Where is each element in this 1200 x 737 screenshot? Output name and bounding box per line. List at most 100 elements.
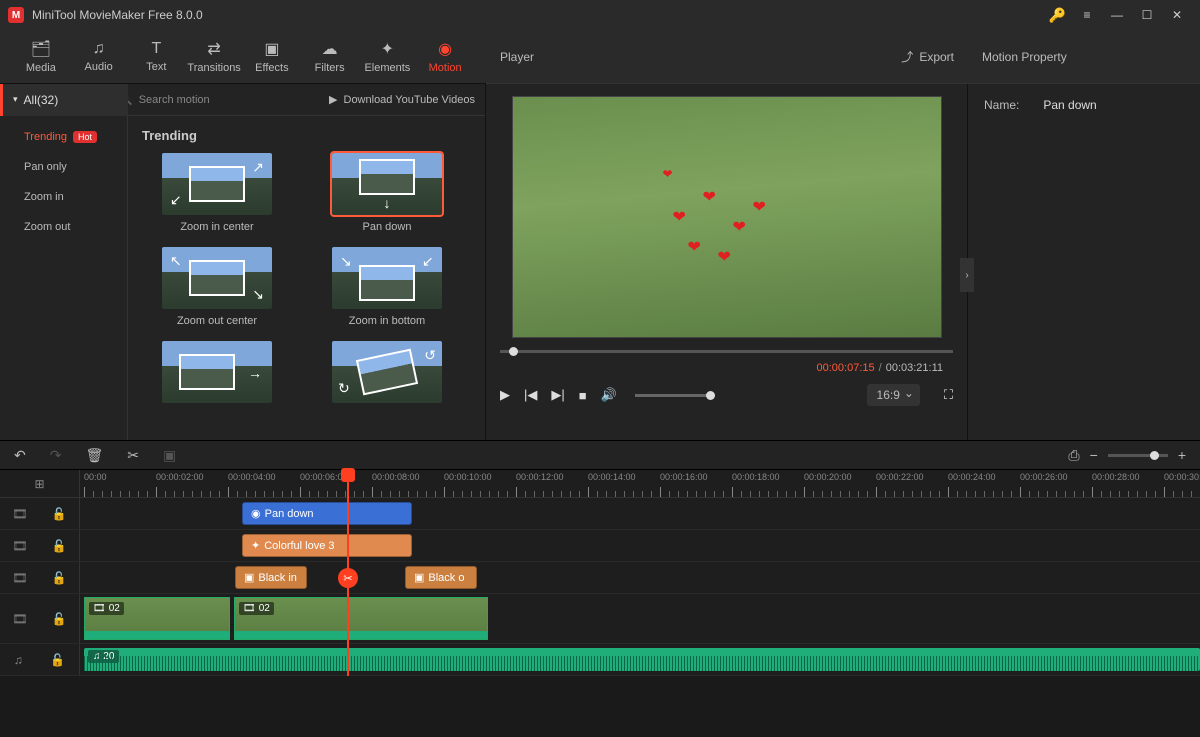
- clip-icon: 🎞: [243, 603, 256, 614]
- tab-effects[interactable]: ▣Effects: [243, 30, 301, 83]
- filters-icon: ☁: [322, 39, 338, 59]
- tab-transitions[interactable]: ⇄Transitions: [185, 30, 243, 83]
- delete-button[interactable]: 🗑: [85, 447, 103, 464]
- total-time: 00:03:21:11: [886, 362, 943, 374]
- download-youtube-button[interactable]: ▶ Download YouTube Videos: [329, 93, 475, 106]
- effect-clip-icon: ✦: [251, 539, 260, 552]
- player-title: Player: [500, 50, 534, 64]
- transition-clip-icon: ▣: [414, 571, 424, 584]
- tab-media[interactable]: 🗂Media: [12, 30, 70, 83]
- transition-icon: ⇄: [207, 39, 220, 59]
- motion-grid: Trending ↗↗ Zoom in center ↓ Pan down ↘↘…: [128, 116, 485, 440]
- current-time: 00:00:07:15: [817, 362, 875, 374]
- category-zoom-in[interactable]: Zoom in: [0, 182, 127, 212]
- scrubber-knob[interactable]: [509, 347, 518, 356]
- video-preview[interactable]: ❤ ❤ ❤ ❤ ❤ ❤ ❤: [512, 96, 942, 338]
- zoom-in-button[interactable]: +: [1178, 447, 1186, 463]
- upgrade-key-icon[interactable]: 🔑: [1049, 7, 1066, 24]
- audio-clip[interactable]: ♫ 20: [84, 648, 1200, 671]
- motion-track: 🎞 🔓 ◉ Pan down: [0, 498, 1200, 530]
- lock-icon[interactable]: 🔓: [52, 571, 67, 585]
- transition-track: 🎞 🔓 ▣Black in ▣Black o ✂: [0, 562, 1200, 594]
- youtube-icon: ▶: [329, 93, 337, 106]
- timeline-toolbar: ↶ ↷ 🗑 ✂ ▣ ⎙ − +: [0, 440, 1200, 470]
- tab-elements[interactable]: ✦Elements: [359, 30, 417, 83]
- crop-button[interactable]: ▣: [163, 447, 176, 464]
- search-motion-input[interactable]: 🔍 Search motion: [119, 93, 210, 106]
- zoom-slider[interactable]: [1108, 454, 1168, 457]
- elements-icon: ✦: [381, 39, 394, 59]
- app-logo-icon: M: [8, 7, 24, 23]
- text-icon: T: [151, 40, 161, 58]
- property-panel: Name: Pan down: [968, 84, 1200, 440]
- tab-text[interactable]: TText: [128, 30, 186, 83]
- category-zoom-out[interactable]: Zoom out: [0, 212, 127, 242]
- lock-icon[interactable]: 🔓: [50, 653, 65, 667]
- transition-out-clip[interactable]: ▣Black o: [405, 566, 477, 589]
- maximize-icon[interactable]: ☐: [1132, 0, 1162, 30]
- motion-track-icon: 🎞: [12, 507, 27, 521]
- motion-item-6[interactable]: ↺↻: [312, 341, 462, 409]
- hamburger-menu-icon[interactable]: ≡: [1072, 0, 1102, 30]
- next-frame-button[interactable]: ▶|: [551, 387, 564, 403]
- motion-item-5[interactable]: →: [142, 341, 292, 409]
- tab-filters[interactable]: ☁Filters: [301, 30, 359, 83]
- category-all[interactable]: ▾ All(32): [0, 84, 128, 116]
- aspect-ratio-select[interactable]: 16:9: [867, 384, 920, 406]
- lock-icon[interactable]: 🔓: [52, 539, 67, 553]
- motion-item-zoom-in-bottom[interactable]: ↘↘ Zoom in bottom: [312, 247, 462, 327]
- folder-icon: 🗂: [31, 39, 51, 59]
- export-icon: ⤴: [901, 48, 913, 65]
- export-button[interactable]: ⤴ Export: [901, 48, 954, 65]
- motion-clip[interactable]: ◉ Pan down: [242, 502, 412, 525]
- redo-button[interactable]: ↷: [50, 447, 62, 464]
- player-panel: ❤ ❤ ❤ ❤ ❤ ❤ ❤ 00:00:07:15 / 00:03:21:11 …: [486, 84, 968, 440]
- category-trending[interactable]: TrendingHot: [0, 122, 127, 152]
- effect-track: 🎞 🔓 ✦ Colorful love 3: [0, 530, 1200, 562]
- zoom-out-button[interactable]: −: [1090, 447, 1098, 463]
- player-header: Player ⤴ Export: [486, 30, 968, 84]
- fullscreen-icon[interactable]: ⛶: [944, 387, 953, 403]
- timeline: ⊞ 00:0000:00:02:0000:00:04:0000:00:06:00…: [0, 470, 1200, 676]
- app-title: MiniTool MovieMaker Free 8.0.0: [32, 8, 1049, 22]
- add-track-icon[interactable]: ⊞: [34, 477, 44, 491]
- tab-audio[interactable]: ♫Audio: [70, 30, 128, 83]
- zoom-fit-icon[interactable]: ⎙: [1068, 447, 1079, 464]
- clip-icon: 🎞: [93, 603, 106, 614]
- chevron-down-icon: ▾: [13, 94, 18, 105]
- cut-marker-icon[interactable]: ✂: [338, 568, 358, 588]
- effect-track-icon: 🎞: [12, 539, 27, 553]
- title-bar: M MiniTool MovieMaker Free 8.0.0 🔑 ≡ — ☐…: [0, 0, 1200, 30]
- transition-in-clip[interactable]: ▣Black in: [235, 566, 307, 589]
- motion-browser: ▾ All(32) 🔍 Search motion ▶ Download You…: [0, 84, 486, 440]
- media-type-tabs: 🗂Media ♫Audio TText ⇄Transitions ▣Effect…: [0, 30, 486, 84]
- tab-motion[interactable]: ◉Motion: [416, 30, 474, 83]
- grid-heading: Trending: [142, 128, 471, 143]
- minimize-icon[interactable]: —: [1102, 0, 1132, 30]
- time-ruler[interactable]: 00:0000:00:02:0000:00:04:0000:00:06:0000…: [80, 470, 1200, 497]
- video-track: 🎞 🔓 🎞02 🎞02: [0, 594, 1200, 644]
- motion-item-zoom-in-center[interactable]: ↗↗ Zoom in center: [142, 153, 292, 233]
- transition-clip-icon: ▣: [244, 571, 254, 584]
- panel-collapse-icon[interactable]: ›: [960, 258, 974, 292]
- motion-item-pan-down[interactable]: ↓ Pan down: [312, 153, 462, 233]
- volume-icon[interactable]: 🔊: [601, 387, 617, 403]
- motion-item-zoom-out-center[interactable]: ↘↘ Zoom out center: [142, 247, 292, 327]
- volume-slider[interactable]: [635, 394, 715, 397]
- music-icon: ♫: [93, 40, 105, 58]
- play-button[interactable]: ▶: [500, 387, 510, 403]
- split-button[interactable]: ✂: [127, 447, 139, 464]
- close-icon[interactable]: ✕: [1162, 0, 1192, 30]
- lock-icon[interactable]: 🔓: [52, 507, 67, 521]
- video-clip-1[interactable]: 🎞02: [84, 597, 230, 640]
- effect-clip[interactable]: ✦ Colorful love 3: [242, 534, 412, 557]
- audio-track-icon: ♫: [14, 653, 23, 667]
- scrubber[interactable]: [486, 344, 967, 358]
- undo-button[interactable]: ↶: [14, 447, 26, 464]
- video-clip-2[interactable]: 🎞02: [234, 597, 488, 640]
- category-pan-only[interactable]: Pan only: [0, 152, 127, 182]
- transition-track-icon: 🎞: [12, 571, 27, 585]
- lock-icon[interactable]: 🔓: [52, 612, 67, 626]
- stop-button[interactable]: ■: [579, 388, 587, 403]
- prev-frame-button[interactable]: |◀: [524, 387, 537, 403]
